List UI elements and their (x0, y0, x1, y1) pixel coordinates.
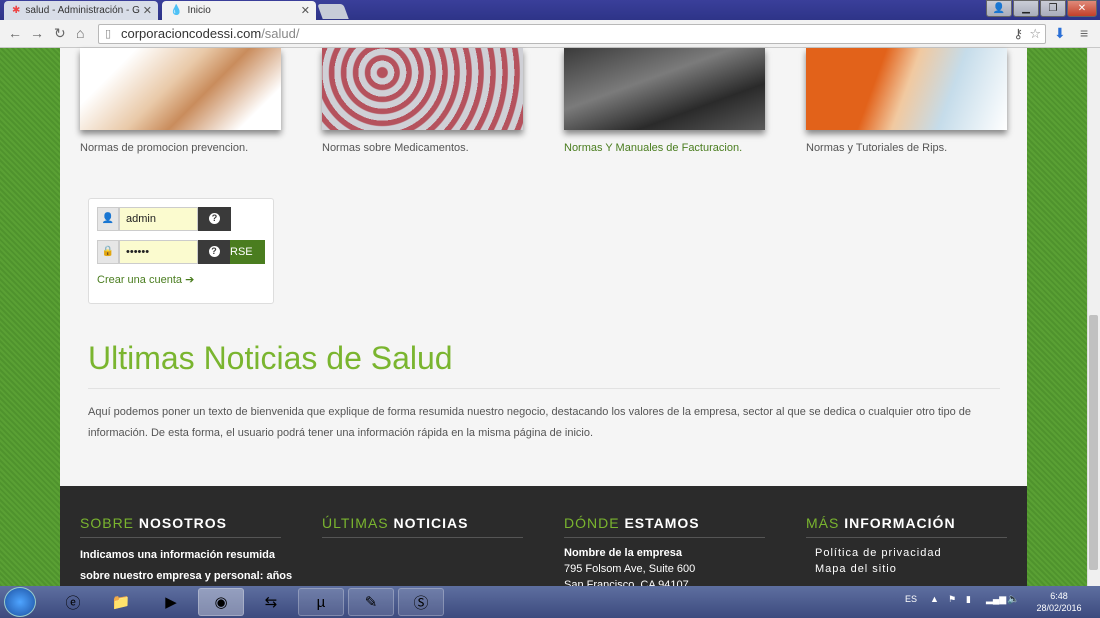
tab-close-icon[interactable]: ✕ (301, 4, 310, 17)
teamviewer-icon[interactable]: ⇆ (248, 588, 294, 616)
joomla-icon: ✱ (12, 5, 21, 16)
system-clock[interactable]: 6:48 28/02/2016 (1026, 590, 1092, 614)
privacy-policy-link[interactable]: Política de privacidad (815, 545, 942, 561)
divider (322, 537, 523, 538)
page-icon: ▯ (105, 28, 112, 40)
address-bar[interactable]: ▯ corporacioncodessi.com/salud/ ⚷ ☆ (98, 24, 1046, 44)
tab-salud-admin[interactable]: ✱ salud - Administración - G ✕ (4, 1, 158, 20)
url-path: /salud/ (261, 26, 300, 41)
clock-date: 28/02/2016 (1036, 603, 1082, 613)
page-background-right (1027, 48, 1087, 586)
classroom-photo[interactable] (564, 48, 765, 130)
footer-heading-location: DÓNDE ESTAMOS (564, 515, 700, 531)
page-background-left (0, 48, 60, 586)
writing-photo[interactable] (806, 48, 1007, 130)
tab-label: salud - Administración - G (25, 5, 140, 16)
utorrent-icon[interactable]: µ (298, 588, 344, 616)
language-indicator[interactable]: ES (905, 594, 917, 604)
gallery-caption[interactable]: Normas y Tutoriales de Rips. (806, 142, 947, 154)
scrollbar-thumb[interactable] (1089, 315, 1098, 570)
tab-close-icon[interactable]: ✕ (143, 4, 152, 17)
close-window-button[interactable]: ✕ (1067, 0, 1097, 17)
battery-icon[interactable]: ▮ (966, 594, 971, 605)
divider (564, 537, 765, 538)
news-heading: Ultimas Noticias de Salud (88, 340, 453, 376)
arrow-right-icon: ➔ (185, 274, 195, 286)
bookmark-star-icon[interactable]: ☆ (1029, 25, 1041, 43)
tray-expand-icon[interactable]: ▲ (930, 594, 939, 604)
url-host: corporacioncodessi.com (121, 26, 262, 41)
new-tab-button[interactable] (317, 4, 349, 19)
explorer-icon[interactable]: 📁 (98, 588, 144, 616)
company-address: 795 Folsom Ave, Suite 600 (564, 563, 696, 575)
gallery-caption[interactable]: Normas de promocion prevencion. (80, 142, 248, 154)
forward-icon[interactable]: → (30, 25, 44, 41)
clock-time: 6:48 (1050, 591, 1068, 601)
start-button[interactable] (4, 587, 36, 617)
home-icon[interactable]: ⌂ (76, 25, 84, 41)
sitemap-link[interactable]: Mapa del sitio (815, 561, 897, 577)
drop-icon: 💧 (170, 5, 183, 16)
family-photo[interactable] (80, 48, 281, 130)
password-help-button[interactable]: ? (198, 240, 230, 264)
key-icon[interactable]: ⚷ (1013, 25, 1023, 43)
tab-label: Inicio (187, 5, 211, 16)
maximize-button[interactable]: ❐ (1040, 0, 1066, 17)
username-help-button[interactable]: ? (198, 207, 231, 231)
divider (88, 388, 1000, 389)
user-icon: 👤 (97, 207, 119, 231)
volume-icon[interactable]: 🔈 (1007, 594, 1019, 605)
footer-about-text: sobre nuestro empresa y personal: años (80, 570, 293, 582)
footer-heading-info: MÁS INFORMACIÓN (806, 515, 956, 531)
gallery-caption[interactable]: Normas Y Manuales de Facturacion. (564, 142, 742, 154)
chrome-icon[interactable]: ◉ (198, 588, 244, 616)
tab-inicio[interactable]: 💧 Inicio ✕ (162, 1, 316, 20)
menu-icon[interactable]: ≡ (1080, 25, 1088, 41)
gallery-caption[interactable]: Normas sobre Medicamentos. (322, 142, 469, 154)
news-body: Aquí podemos poner un texto de bienvenid… (88, 406, 972, 439)
help-icon: ? (209, 213, 220, 224)
lock-icon: 🔒 (97, 240, 119, 264)
notes-icon[interactable]: ✎ (348, 588, 394, 616)
help-icon: ? (208, 246, 220, 257)
create-account-link[interactable]: Crear una cuenta ➔ (97, 273, 194, 286)
login-submit-button[interactable]: RSE (230, 240, 265, 264)
divider (80, 537, 281, 538)
pills-photo[interactable] (322, 48, 523, 130)
username-input[interactable]: admin (119, 207, 198, 231)
user-icon[interactable]: 👤 (986, 0, 1012, 17)
download-icon[interactable]: ⬇ (1054, 25, 1066, 42)
network-icon[interactable]: ▂▄▆ (986, 594, 1006, 605)
company-name: Nombre de la empresa (564, 547, 682, 559)
footer-heading-news: ÚLTIMAS NOTICIAS (322, 515, 469, 531)
media-player-icon[interactable]: ▶ (148, 588, 194, 616)
footer-about-text: Indicamos una información resumida (80, 549, 275, 561)
footer-heading-about: SOBRE NOSOTROS (80, 515, 228, 531)
skype-icon[interactable]: Ⓢ (398, 588, 444, 616)
password-input[interactable]: •••••• (119, 240, 198, 264)
divider (806, 537, 1007, 538)
ie-icon[interactable]: ⓔ (50, 588, 96, 616)
reload-icon[interactable]: ↻ (54, 25, 66, 42)
minimize-button[interactable]: ▁ (1013, 0, 1039, 17)
back-icon[interactable]: ← (8, 25, 22, 41)
action-center-icon[interactable]: ⚑ (948, 594, 956, 605)
company-city: San Francisco, CA 94107 (564, 579, 689, 586)
